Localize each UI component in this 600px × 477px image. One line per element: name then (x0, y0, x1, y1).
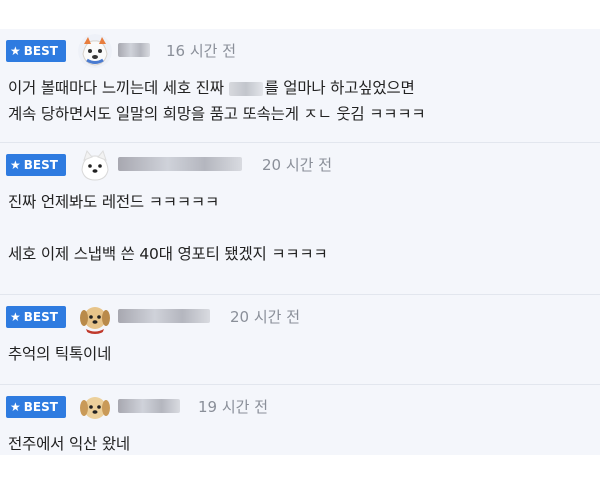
comment-text: 추억의 틱톡이네 (8, 345, 112, 363)
avatar[interactable] (78, 34, 112, 68)
best-badge: ★ BEST (6, 40, 66, 62)
comment-text: 계속 당하면서도 일말의 희망을 품고 또속는게 ㅈㄴ 웃김 ㅋㅋㅋㅋ (8, 105, 426, 123)
blurred-word (229, 81, 264, 96)
comment-text: 를 얼마나 하고싶었으면 (264, 79, 415, 97)
comment-text: 진짜 언제봐도 레전드 ㅋㅋㅋㅋㅋ (8, 193, 220, 211)
blurred-username (118, 309, 210, 323)
comment-text: 이거 볼때마다 느끼는데 세호 진짜 (8, 79, 229, 97)
best-badge-label: BEST (23, 44, 58, 58)
comment-list: ★ BEST 16 시간 전 이거 볼때마다 느끼는데 세호 진짜 를 얼마나 하… (0, 29, 600, 455)
blurred-username (118, 157, 242, 171)
best-badge-label: BEST (23, 158, 58, 172)
comment-header: ★ BEST 20 시간 전 (6, 295, 596, 335)
best-badge: ★ BEST (6, 306, 66, 328)
avatar[interactable] (78, 390, 112, 424)
comment-header: ★ BEST 16 시간 전 (6, 29, 596, 69)
comment-header: ★ BEST 20 시간 전 (6, 143, 596, 183)
blurred-username (118, 399, 180, 413)
comment-text: 전주에서 익산 왔네 (8, 435, 130, 453)
star-icon: ★ (10, 44, 21, 58)
puppy-avatar-icon (78, 300, 112, 334)
comment-item: ★ BEST 20 시간 전 진짜 언제봐도 레전드 ㅋㅋㅋㅋㅋ 세호 이제 스냅… (0, 143, 600, 295)
comment-time: 16 시간 전 (166, 42, 237, 60)
star-icon: ★ (10, 310, 21, 324)
star-icon: ★ (10, 158, 21, 172)
best-badge: ★ BEST (6, 396, 66, 418)
comment-item: ★ BEST 16 시간 전 이거 볼때마다 느끼는데 세호 진짜 를 얼마나 하… (0, 29, 600, 143)
comment-body: 이거 볼때마다 느끼는데 세호 진짜 를 얼마나 하고싶었으면 (8, 75, 415, 101)
dog-avatar-icon (78, 34, 112, 68)
best-badge-label: BEST (23, 310, 58, 324)
best-badge: ★ BEST (6, 154, 66, 176)
avatar[interactable] (78, 300, 112, 334)
star-icon: ★ (10, 400, 21, 414)
comment-text: 세호 이제 스냅백 쓴 40대 영포티 됐겠지 ㅋㅋㅋㅋ (8, 245, 328, 263)
puppy-avatar-icon (78, 390, 112, 424)
comment-item: ★ BEST 19 시간 전 전주에서 익산 왔네 (0, 385, 600, 455)
comment-item: ★ BEST 20 시간 전 추억의 틱톡이네 (0, 295, 600, 385)
comment-time: 19 시간 전 (198, 398, 269, 416)
best-badge-label: BEST (23, 400, 58, 414)
avatar[interactable] (78, 148, 112, 182)
comment-time: 20 시간 전 (262, 156, 333, 174)
comment-time: 20 시간 전 (230, 308, 301, 326)
comment-header: ★ BEST 19 시간 전 (6, 385, 596, 425)
white-dog-avatar-icon (78, 148, 112, 182)
blurred-username (118, 43, 150, 57)
